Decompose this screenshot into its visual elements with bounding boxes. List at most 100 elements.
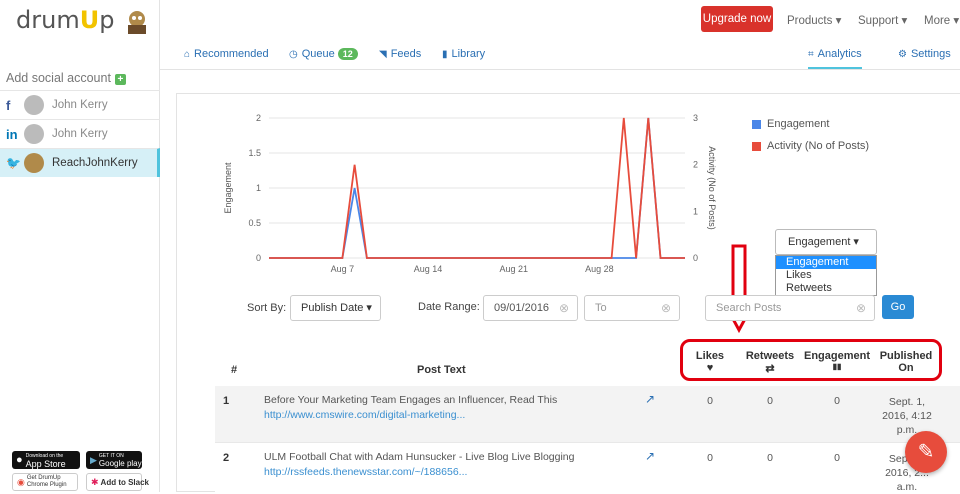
google-play-badge[interactable]: ▶ GET IT ON Google play: [86, 451, 142, 469]
clear-icon[interactable]: ⊗: [559, 296, 569, 320]
slack-icon: ✱: [91, 476, 99, 487]
legend-label: Activity (No of Posts): [767, 140, 870, 152]
y2-tick-label: 1: [693, 206, 698, 216]
tab-label: Library: [451, 48, 486, 60]
table-row: 2 ULM Football Chat with Adam Hunsucker …: [215, 442, 960, 493]
clear-icon[interactable]: ⊗: [661, 296, 671, 320]
bookmark-icon: ▮: [442, 48, 448, 60]
date-to-input[interactable]: To ⊗: [584, 295, 680, 321]
y2-tick-label: 3: [693, 113, 698, 123]
account-name: John Kerry: [52, 128, 108, 140]
search-posts-input[interactable]: Search Posts ⊗: [705, 295, 875, 321]
twitter-icon: 🐦: [6, 156, 21, 170]
option-retweets[interactable]: Retweets: [776, 282, 876, 295]
tab-label: Queue: [301, 48, 335, 60]
sort-by-select[interactable]: Publish Date ▾: [290, 295, 381, 321]
table-row: 1 Before Your Marketing Team Engages an …: [215, 386, 960, 442]
mascot-icon: [128, 11, 147, 34]
avatar: [24, 124, 44, 144]
account-twitter[interactable]: 🐦 ReachJohnKerry: [0, 148, 160, 177]
logo-text-end: p: [99, 6, 115, 34]
post-text: ULM Football Chat with Adam Hunsucker - …: [264, 450, 609, 480]
top-bar: Upgrade now Products ▾ Support ▾ More ▾ …: [160, 0, 960, 70]
sort-by-label: Sort By:: [247, 302, 287, 314]
y-tick-label: 1.5: [248, 148, 261, 158]
chrome-plugin-text: Get DrumUp Chrome Plugin: [26, 475, 67, 488]
date-from-value: 09/01/2016: [494, 302, 550, 314]
linkedin-icon: in: [6, 126, 18, 142]
rss-icon: ◥: [379, 48, 387, 60]
account-name: ReachJohnKerry: [52, 157, 138, 169]
drumup-logo[interactable]: drumUp: [16, 6, 152, 35]
home-icon: ⌂: [184, 48, 191, 60]
add-to-slack-text: Add to Slack: [100, 477, 149, 487]
tab-recommended[interactable]: ⌂ Recommended: [184, 48, 269, 60]
account-linkedin[interactable]: in John Kerry: [0, 119, 160, 148]
products-menu[interactable]: Products ▾: [787, 13, 841, 27]
clock-icon: ◷: [289, 48, 298, 60]
compose-button[interactable]: ✎: [905, 431, 947, 473]
add-account-plus-icon[interactable]: +: [114, 74, 126, 85]
y2-tick-label: 2: [693, 160, 698, 170]
apple-icon: ●: [16, 454, 23, 466]
go-button[interactable]: Go: [882, 295, 914, 319]
tab-feeds[interactable]: ◥ Feeds: [379, 48, 421, 60]
tab-label: Recommended: [194, 48, 269, 60]
support-menu[interactable]: Support ▾: [858, 13, 907, 27]
app-store-badge[interactable]: ● Download on the App Store: [12, 451, 80, 469]
clear-icon[interactable]: ⊗: [856, 296, 866, 320]
post-text-body: Before Your Marketing Team Engages an In…: [264, 394, 558, 406]
tab-settings[interactable]: ⚙ Settings: [898, 48, 951, 60]
likes-value: 0: [707, 395, 713, 407]
retweets-value: 0: [767, 452, 773, 464]
tab-library[interactable]: ▮ Library: [442, 48, 485, 60]
analytics-panel: 0 0.5 1 1.5 2 0 1 2 3 Engagement Activity (No of P…: [176, 93, 960, 493]
post-link[interactable]: http://www.cmswire.com/digital-marketing…: [264, 409, 465, 421]
sidebar: drumUp Add social account + f John Kerry …: [0, 0, 160, 492]
upgrade-button[interactable]: Upgrade now: [701, 6, 773, 32]
date-from-input[interactable]: 09/01/2016 ⊗: [483, 295, 578, 321]
account-name: John Kerry: [52, 99, 108, 111]
facebook-icon: f: [6, 97, 11, 113]
x-tick-label: Aug 14: [414, 264, 443, 274]
y-tick-label: 0: [256, 253, 261, 263]
app-store-text: App Store: [25, 459, 66, 469]
tab-analytics[interactable]: ⌗ Analytics: [808, 48, 862, 69]
legend-label: Engagement: [767, 118, 830, 130]
engagement-value: 0: [834, 452, 840, 464]
account-facebook[interactable]: f John Kerry: [0, 90, 160, 119]
post-text-body: ULM Football Chat with Adam Hunsucker - …: [264, 451, 575, 463]
x-tick-label: Aug 28: [585, 264, 614, 274]
tab-label: Settings: [910, 48, 951, 60]
logo-u: U: [79, 6, 100, 34]
post-text: Before Your Marketing Team Engages an In…: [264, 393, 609, 423]
x-tick-label: Aug 21: [499, 264, 528, 274]
metric-select[interactable]: Engagement ▾: [775, 229, 877, 255]
add-to-slack-badge[interactable]: ✱ Add to Slack: [86, 473, 149, 491]
x-tick-label: Aug 7: [331, 264, 355, 274]
play-icon: ▶: [90, 454, 97, 465]
retweets-value: 0: [767, 395, 773, 407]
y2-tick-label: 0: [693, 253, 698, 263]
chrome-plugin-badge[interactable]: ◉ Get DrumUp Chrome Plugin: [12, 473, 78, 491]
y-tick-label: 2: [256, 113, 261, 123]
add-social-account[interactable]: Add social account +: [6, 71, 126, 85]
gear-icon: ⚙: [898, 48, 907, 60]
row-number: 1: [223, 395, 230, 407]
option-engagement[interactable]: Engagement: [776, 256, 876, 269]
external-link-icon[interactable]: ↗: [645, 392, 655, 406]
avatar: [24, 153, 44, 173]
chrome-icon: ◉: [17, 476, 25, 487]
option-likes[interactable]: Likes: [776, 269, 876, 282]
more-menu[interactable]: More ▾: [924, 13, 959, 27]
row-number: 2: [223, 452, 230, 464]
avatar: [24, 95, 44, 115]
tab-queue[interactable]: ◷ Queue 12: [289, 48, 358, 60]
post-link[interactable]: http://rssfeeds.thenewsstar.com/~/188656…: [264, 466, 467, 478]
legend-engagement: Engagement: [752, 118, 829, 130]
external-link-icon[interactable]: ↗: [645, 449, 655, 463]
y-tick-label: 1: [256, 183, 261, 193]
metric-options: Engagement Likes Retweets: [775, 255, 877, 296]
tab-label: Analytics: [817, 48, 862, 60]
engagement-value: 0: [834, 395, 840, 407]
